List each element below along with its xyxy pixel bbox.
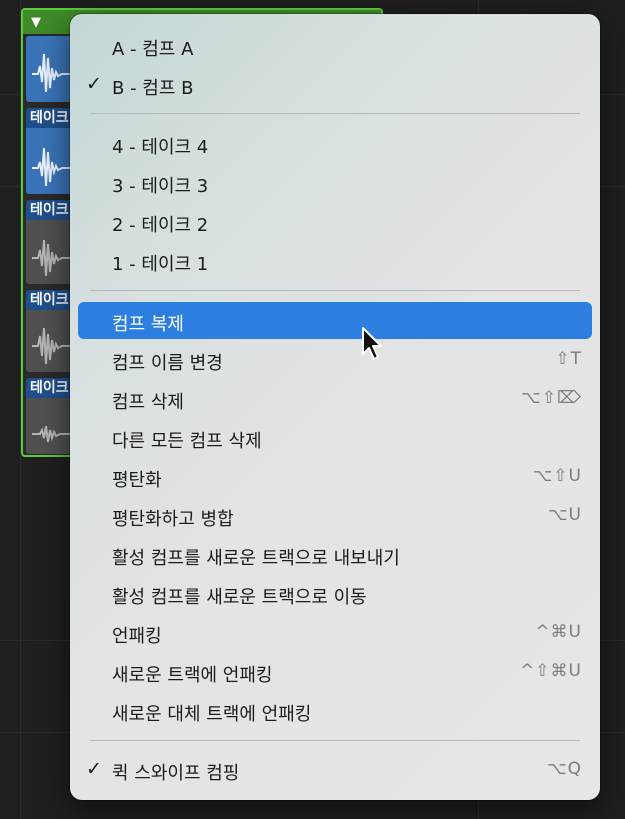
menu-item-quick-swipe-comping[interactable]: ✓ 퀵 스와이프 컴핑 ⌥Q [78, 751, 592, 788]
waveform-icon [32, 147, 72, 187]
menu-item-label: 퀵 스와이프 컴핑 [112, 763, 240, 784]
menu-item-label: 새로운 트랙에 언패킹 [112, 665, 273, 686]
shortcut-label: ⇧T [555, 349, 582, 369]
disclosure-triangle-icon[interactable]: ▼ [31, 15, 41, 30]
shortcut-label: ⌥Q [547, 759, 582, 779]
menu-item-label: 4 - 테이크 4 [112, 137, 209, 158]
waveform-icon [32, 239, 72, 277]
menu-item-label: 컴프 복제 [112, 314, 184, 335]
menu-item-take-1[interactable]: 1 - 테이크 1 [78, 242, 592, 279]
checkmark-icon: ✓ [86, 758, 102, 780]
menu-separator [90, 113, 580, 114]
menu-item-label: 다른 모든 컴프 삭제 [112, 431, 262, 452]
menu-item-label: 3 - 테이크 3 [112, 176, 209, 197]
shortcut-label: ^⇧⌘U [520, 661, 582, 681]
menu-item-move-active-comp[interactable]: 활성 컴프를 새로운 트랙으로 이동 [78, 575, 592, 612]
menu-item-delete-comp[interactable]: 컴프 삭제 ⌥⇧⌦ [78, 380, 592, 417]
menu-item-rename-comp[interactable]: 컴프 이름 변경 ⇧T [78, 341, 592, 378]
menu-item-label: 1 - 테이크 1 [112, 254, 209, 275]
menu-item-label: 활성 컴프를 새로운 트랙으로 이동 [112, 587, 367, 608]
menu-item-label: B - 컴프 B [112, 78, 194, 99]
menu-item-take-2[interactable]: 2 - 테이크 2 [78, 203, 592, 240]
menu-item-flatten[interactable]: 평탄화 ⌥⇧U [78, 458, 592, 495]
menu-item-export-active-comp[interactable]: 활성 컴프를 새로운 트랙으로 내보내기 [78, 536, 592, 573]
menu-item-label: 컴프 삭제 [112, 392, 184, 413]
menu-item-unpack-alternative-tracks[interactable]: 새로운 대체 트랙에 언패킹 [78, 692, 592, 729]
menu-item-label: A - 컴프 A [112, 39, 194, 60]
menu-item-comp-b[interactable]: ✓ B - 컴프 B [78, 66, 592, 103]
waveform-icon [32, 53, 72, 93]
waveform-icon [32, 327, 72, 365]
shortcut-label: ⌥⇧U [532, 466, 582, 486]
menu-separator [90, 290, 580, 291]
mouse-pointer-icon [362, 327, 382, 360]
menu-item-take-4[interactable]: 4 - 테이크 4 [78, 125, 592, 162]
shortcut-label: ⌥⇧⌦ [521, 388, 582, 408]
menu-item-label: 활성 컴프를 새로운 트랙으로 내보내기 [112, 548, 400, 569]
menu-item-label: 평탄화하고 병합 [112, 509, 234, 530]
menu-item-comp-a[interactable]: A - 컴프 A [78, 27, 592, 64]
menu-item-flatten-and-merge[interactable]: 평탄화하고 병합 ⌥U [78, 497, 592, 534]
menu-item-label: 새로운 대체 트랙에 언패킹 [112, 704, 312, 725]
waveform-icon [32, 425, 72, 443]
menu-item-unpack-new-tracks[interactable]: 새로운 트랙에 언패킹 ^⇧⌘U [78, 653, 592, 690]
menu-separator [90, 740, 580, 741]
menu-item-delete-other-comps[interactable]: 다른 모든 컴프 삭제 [78, 419, 592, 456]
checkmark-icon: ✓ [86, 73, 102, 95]
take-folder-context-menu: A - 컴프 A ✓ B - 컴프 B 4 - 테이크 4 3 - 테이크 3 … [70, 14, 600, 800]
menu-item-label: 평탄화 [112, 470, 162, 491]
menu-item-label: 컴프 이름 변경 [112, 353, 223, 374]
menu-item-label: 언패킹 [112, 626, 162, 647]
shortcut-label: ^⌘U [535, 622, 582, 642]
shortcut-label: ⌥U [547, 505, 582, 525]
menu-item-take-3[interactable]: 3 - 테이크 3 [78, 164, 592, 201]
menu-item-label: 2 - 테이크 2 [112, 215, 209, 236]
menu-item-unpack[interactable]: 언패킹 ^⌘U [78, 614, 592, 651]
menu-item-duplicate-comp[interactable]: 컴프 복제 [78, 302, 592, 339]
